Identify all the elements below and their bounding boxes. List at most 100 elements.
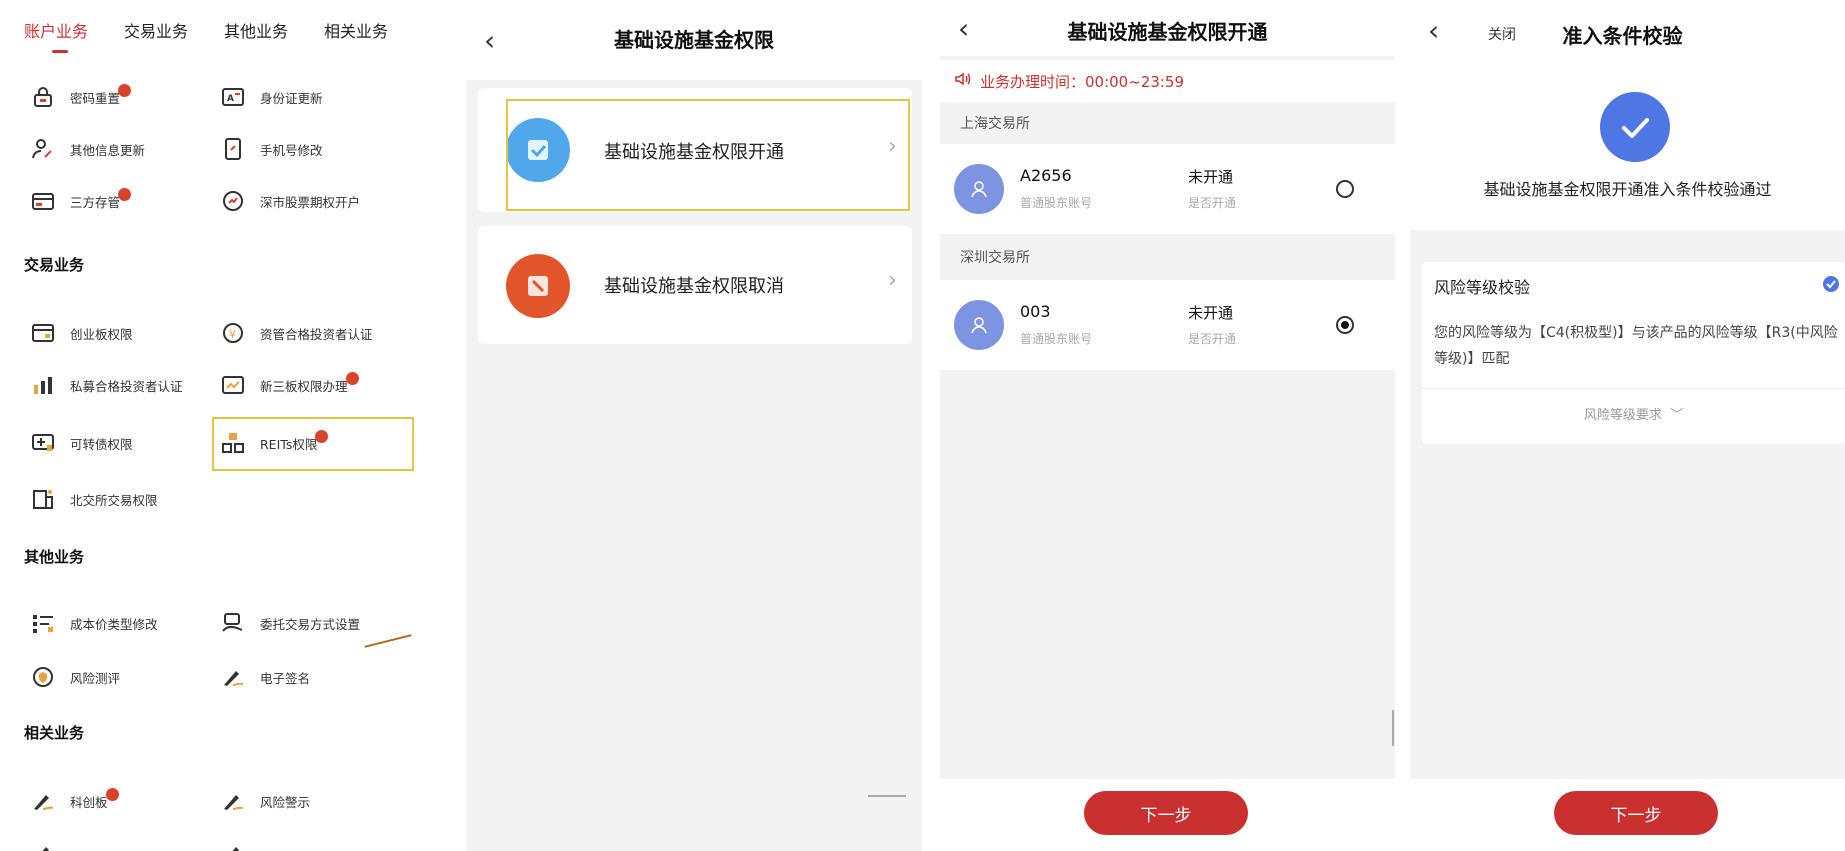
shield-icon (30, 664, 56, 690)
menu-item-label: 委托交易方式设置 (260, 616, 361, 632)
menu-item-third-party-custody[interactable]: 三方存管 (30, 186, 132, 216)
chevron-down-icon: ﹀ (1670, 408, 1684, 423)
badge-dot (118, 83, 132, 97)
menu-item-label: 可转债权限 (70, 436, 133, 452)
tab-other-business[interactable]: 其他业务 (224, 18, 288, 42)
menu-item-label: 北交所交易权限 (70, 492, 158, 508)
menu-item-password-reset[interactable]: 密码重置 (30, 82, 132, 112)
pen-sign-icon (220, 840, 246, 851)
badge-dot (105, 787, 119, 801)
requirement-label: 风险等级要求 (1583, 408, 1662, 423)
risk-requirement-toggle[interactable]: 风险等级要求 ﹀ (1422, 404, 1845, 423)
phone-edit-icon (220, 136, 246, 162)
next-step-button[interactable]: 下一步 (1554, 791, 1718, 835)
select-radio[interactable] (1336, 180, 1354, 198)
nav-bar: ‹ 基础设施基金权限 (466, 0, 922, 80)
menu-item-risk-warning[interactable]: 风险警示 (220, 786, 310, 816)
menu-item-phone-change[interactable]: 手机号修改 (220, 134, 323, 164)
check-description: 您的风险等级为【C4(积极型)】与该产品的风险等级【R3(中风险等级)】匹配 (1434, 325, 1838, 367)
tab-related-business[interactable]: 相关业务 (324, 18, 388, 42)
account-row-sz[interactable]: 003 普通股东账号 未开通 是否开通 (940, 280, 1395, 370)
menu-item-bse-trading[interactable]: 北交所交易权限 (30, 484, 158, 514)
account-number: A2656 (1020, 166, 1072, 185)
menu-item-pe-investor-cert[interactable]: 私募合格投资者认证 (30, 370, 183, 400)
menu-item-star-market[interactable]: 科创板 (30, 786, 119, 816)
pen-sign-icon (30, 840, 56, 851)
cancel-permission-icon (506, 254, 570, 318)
menu-item-label: 其他信息更新 (70, 142, 146, 158)
infra-fund-permission-screen: ‹ 基础设施基金权限 基础设施基金权限开通 › 基础设施基金权限取消 › (466, 0, 922, 851)
highlight-box-open-option (506, 99, 910, 211)
account-number: 003 (1020, 302, 1051, 321)
option-card-cancel[interactable]: 基础设施基金权限取消 › (478, 226, 912, 344)
page-title: 基础设施基金权限 (614, 28, 774, 52)
neeq-icon (220, 372, 246, 398)
menu-item-label: 科创板 (70, 794, 108, 810)
bottom-action-bar: 下一步 (1410, 779, 1845, 851)
annotation-pen-stroke (364, 634, 412, 648)
divider (1422, 388, 1845, 389)
account-status: 未开通 (1188, 168, 1234, 186)
menu-item-cutoff-row (30, 838, 56, 851)
bank-card-icon (30, 188, 56, 214)
building-icon (30, 486, 56, 512)
menu-item-label: 深市股票期权开户 (260, 194, 361, 210)
nav-bar: ‹ 基础设施基金权限开通 (940, 0, 1395, 56)
check-title: 风险等级校验 (1434, 278, 1531, 297)
scroll-indicator (868, 795, 906, 797)
select-radio[interactable] (1336, 316, 1354, 334)
menu-item-id-update[interactable]: A 身份证更新 (220, 82, 323, 112)
menu-item-convertible-bond[interactable]: 可转债权限 (30, 428, 133, 458)
infra-fund-open-screen: ‹ 基础设施基金权限开通 业务办理时间：00:00~23:59 上海交易所 A2… (940, 0, 1395, 851)
menu-item-label: 资管合格投资者认证 (260, 326, 373, 342)
menu-item-label: 创业板权限 (70, 326, 133, 342)
speaker-icon (954, 70, 972, 92)
page-title: 准入条件校验 (1562, 24, 1683, 48)
scroll-indicator (1392, 710, 1394, 746)
exchange-header-sh: 上海交易所 (960, 116, 1030, 132)
menu-item-label: 电子签名 (260, 670, 311, 686)
admission-check-screen: ‹ 关闭 准入条件校验 基础设施基金权限开通准入条件校验通过 风险等级校验 您的… (1410, 0, 1845, 851)
user-edit-icon (30, 136, 56, 162)
menu-item-order-method-setting[interactable]: 委托交易方式设置 (220, 608, 360, 638)
business-menu-screen: 账户业务 交易业务 其他业务 相关业务 密码重置 A 身份证更新 其他信息更新 … (0, 0, 420, 851)
next-step-button[interactable]: 下一步 (1084, 791, 1248, 835)
page-title: 基础设施基金权限开通 (1067, 20, 1268, 44)
menu-item-label: 风险测评 (70, 670, 121, 686)
id-card-icon: A (220, 84, 246, 110)
account-type: 普通股东账号 (1020, 332, 1093, 346)
section-title-trade: 交易业务 (24, 256, 85, 274)
menu-item-other-info-update[interactable]: 其他信息更新 (30, 134, 145, 164)
bottom-action-bar: 下一步 (940, 779, 1395, 851)
menu-item-chinext-permission[interactable]: 创业板权限 (30, 318, 133, 348)
yuan-cert-icon: ¥ (220, 320, 246, 346)
section-title-related: 相关业务 (24, 724, 85, 742)
pen-sign-icon (220, 788, 246, 814)
bond-icon (30, 430, 56, 456)
business-tab-bar: 账户业务 交易业务 其他业务 相关业务 (24, 18, 420, 58)
tab-trade-business[interactable]: 交易业务 (124, 18, 188, 42)
menu-item-sz-options-account[interactable]: 深市股票期权开户 (220, 186, 360, 216)
menu-item-label: 三方存管 (70, 194, 121, 210)
menu-item-risk-assessment[interactable]: 风险测评 (30, 662, 120, 692)
exchange-header-sz: 深圳交易所 (960, 250, 1030, 266)
section-title-other: 其他业务 (24, 548, 85, 566)
board-icon (30, 320, 56, 346)
menu-item-am-investor-cert[interactable]: ¥ 资管合格投资者认证 (220, 318, 373, 348)
menu-item-label: 手机号修改 (260, 142, 323, 158)
active-tab-indicator (52, 50, 68, 53)
hand-order-icon (220, 610, 246, 636)
menu-item-cost-price-type[interactable]: 成本价类型修改 (30, 608, 158, 638)
svg-text:A: A (227, 94, 234, 104)
account-row-sh[interactable]: A2656 普通股东账号 未开通 是否开通 (940, 144, 1395, 234)
menu-item-label: 新三板权限办理 (260, 378, 348, 394)
menu-item-neeq-permission[interactable]: 新三板权限办理 (220, 370, 359, 400)
account-type: 普通股东账号 (1020, 196, 1093, 210)
option-label: 基础设施基金权限取消 (604, 276, 784, 297)
options-icon (220, 188, 246, 214)
menu-item-e-signature[interactable]: 电子签名 (220, 662, 310, 692)
tab-account-business[interactable]: 账户业务 (24, 18, 88, 42)
account-status-sub: 是否开通 (1188, 332, 1237, 346)
nav-bar: ‹ 关闭 准入条件校验 (1410, 0, 1845, 60)
pen-sign-icon (30, 788, 56, 814)
